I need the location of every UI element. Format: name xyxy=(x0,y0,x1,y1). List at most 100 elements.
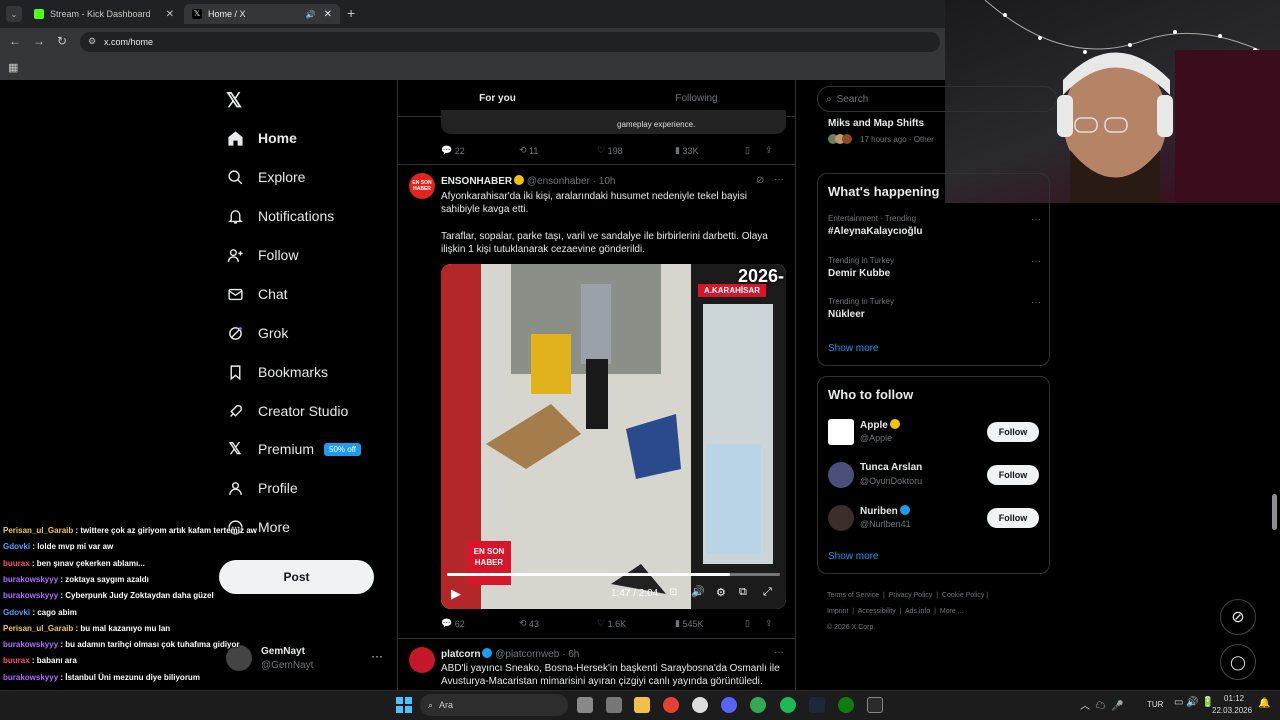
chrome-icon[interactable] xyxy=(663,697,679,713)
show-more-link[interactable]: Show more xyxy=(828,343,879,354)
previous-tweet-media[interactable]: gameplay experience. xyxy=(441,110,786,134)
footer-link[interactable]: Privacy Policy xyxy=(889,592,933,599)
chat-floating-button[interactable]: ◯ xyxy=(1220,644,1256,680)
repost-button[interactable]: ⟲ 43 xyxy=(519,618,597,629)
more-icon[interactable]: ··· xyxy=(774,647,784,658)
follow-button[interactable]: Follow xyxy=(987,422,1039,442)
show-more-link[interactable]: Show more xyxy=(828,551,879,562)
file-explorer-icon[interactable] xyxy=(606,697,622,713)
github-icon[interactable] xyxy=(692,697,708,713)
sidebar-item-premium[interactable]: 𝕏 Premium 50% off xyxy=(226,435,361,463)
more-icon[interactable]: ··· xyxy=(1031,214,1041,225)
back-icon[interactable]: ← xyxy=(9,34,21,48)
clock-time[interactable]: 01:12 xyxy=(1224,694,1244,703)
discord-icon[interactable] xyxy=(721,697,737,713)
chat-username[interactable]: burakowskyyy xyxy=(3,673,58,682)
chat-username[interactable]: Perisan_ul_Garaib xyxy=(3,624,73,633)
reload-icon[interactable]: ↻ xyxy=(57,34,67,48)
like-button[interactable]: ♡ 1.6K xyxy=(597,618,675,629)
account-switcher[interactable]: GemNayt @GemNayt ··· xyxy=(226,643,386,675)
like-button[interactable]: ♡ 198 xyxy=(597,145,675,156)
tweet-avatar[interactable]: EN SON HABER xyxy=(409,173,435,199)
pip-icon[interactable]: ⧉ xyxy=(739,586,747,599)
post-button[interactable]: Post xyxy=(219,560,374,594)
tweet-avatar[interactable] xyxy=(409,647,435,673)
address-bar[interactable]: ⚙ x.com/home xyxy=(80,32,940,52)
more-icon[interactable]: ··· xyxy=(1031,297,1041,308)
follow-suggestion[interactable]: Nuriben @Nurlben41 Follow xyxy=(828,504,1041,534)
xbox-icon[interactable] xyxy=(838,697,854,713)
tweet-author-handle[interactable]: @platcornweb xyxy=(495,649,559,660)
volume-icon[interactable]: 🔊 xyxy=(691,585,705,598)
new-tab-button[interactable]: + xyxy=(347,5,355,21)
keyboard-language[interactable]: TUR xyxy=(1147,700,1163,709)
footer-link[interactable]: Accessibility xyxy=(858,608,896,615)
task-view-icon[interactable] xyxy=(577,697,593,713)
x-logo-icon[interactable]: 𝕏 xyxy=(226,88,242,113)
page-scrollbar[interactable] xyxy=(1272,494,1277,530)
chat-username[interactable]: buurax xyxy=(3,559,30,568)
share-icon[interactable]: ⇪ xyxy=(765,145,773,156)
speaker-icon[interactable]: 🔊 xyxy=(306,10,316,19)
repost-button[interactable]: ⟲ 11 xyxy=(519,145,597,156)
share-icon[interactable]: ⇪ xyxy=(765,618,773,629)
clock-date[interactable]: 22.03.2026 xyxy=(1212,706,1252,715)
epic-games-icon[interactable] xyxy=(867,697,883,713)
chat-username[interactable]: Gdovki xyxy=(3,542,30,551)
browser-tab-kick[interactable]: Stream - Kick Dashboard ✕ xyxy=(26,4,182,24)
sidebar-item-creator-studio[interactable]: Creator Studio xyxy=(226,397,348,425)
tweet-author-name[interactable]: ENSONHABER xyxy=(441,176,512,187)
more-icon[interactable]: ··· xyxy=(1031,256,1041,267)
footer-link[interactable]: Imprint xyxy=(827,608,848,615)
grok-icon[interactable]: ⊘ xyxy=(756,175,764,186)
spotify-icon[interactable] xyxy=(780,697,796,713)
footer-link[interactable]: Ads info xyxy=(905,608,930,615)
reply-button[interactable]: 💬 22 xyxy=(441,145,519,156)
site-info-icon[interactable]: ⚙ xyxy=(88,36,96,47)
grok-floating-button[interactable]: ⊘ xyxy=(1220,599,1256,635)
tray-icons[interactable]: ︿ ☁ 🎤 xyxy=(1080,697,1124,712)
footer-link[interactable]: More ... xyxy=(940,608,964,615)
tweet-author-handle[interactable]: @ensonhaber xyxy=(527,176,590,187)
start-button[interactable] xyxy=(396,697,412,713)
sidebar-item-grok[interactable]: Grok xyxy=(226,319,288,347)
tweet-time[interactable]: 6h xyxy=(568,649,579,660)
trend-item[interactable]: Trending in Turkey Nükleer ··· xyxy=(828,297,1041,320)
sidebar-item-home[interactable]: Home xyxy=(226,124,297,152)
follow-button[interactable]: Follow xyxy=(987,465,1039,485)
sidebar-item-chat[interactable]: Chat xyxy=(226,280,288,308)
folder-icon[interactable] xyxy=(634,697,650,713)
follow-suggestion[interactable]: Tunca Arslan @OyunDoktoru Follow xyxy=(828,461,1041,491)
views-button[interactable]: ▮ 545K xyxy=(675,618,745,629)
tab-search-icon[interactable]: ⌄ xyxy=(6,6,22,22)
chat-username[interactable]: buurax xyxy=(3,656,30,665)
sidebar-item-explore[interactable]: Explore xyxy=(226,163,305,191)
chat-username[interactable]: Gdovki xyxy=(3,608,30,617)
search-input[interactable]: ⌕ Search xyxy=(817,86,1057,112)
notification-icon[interactable]: 🔔 xyxy=(1258,698,1270,709)
footer-link[interactable]: Terms of Service xyxy=(827,592,879,599)
follow-suggestion[interactable]: Apple @Apple Follow xyxy=(828,418,1041,448)
forward-icon[interactable]: → xyxy=(33,34,45,48)
bookmark-icon[interactable]: ▯ xyxy=(745,618,765,629)
sidebar-item-follow[interactable]: Follow xyxy=(226,241,298,269)
chat-username[interactable]: Perisan_ul_Garaib xyxy=(3,526,73,535)
close-icon[interactable]: ✕ xyxy=(166,9,174,20)
sidebar-item-profile[interactable]: Profile xyxy=(226,474,298,502)
video-progress-track[interactable] xyxy=(447,573,780,576)
tweet-author-name[interactable]: platcorn xyxy=(441,649,480,660)
chat-username[interactable]: burakowskyyy xyxy=(3,575,58,584)
sidebar-item-bookmarks[interactable]: Bookmarks xyxy=(226,358,328,386)
views-button[interactable]: ▮ 33K xyxy=(675,145,745,156)
play-icon[interactable]: ▶ xyxy=(451,586,461,602)
sidebar-item-notifications[interactable]: Notifications xyxy=(226,202,334,230)
tweet-video[interactable]: 2026- A.KARAHİSAR EN SON HABER ▶ 1:47 / … xyxy=(441,264,786,609)
chrome-icon[interactable] xyxy=(750,697,766,713)
close-icon[interactable]: ✕ xyxy=(324,9,332,20)
chat-username[interactable]: burakowskyyy xyxy=(3,591,58,600)
more-icon[interactable]: ··· xyxy=(774,174,784,185)
trend-item[interactable]: Trending in Turkey Demir Kubbe ··· xyxy=(828,256,1041,279)
trend-item[interactable]: Entertainment · Trending #AleynaKalaycıo… xyxy=(828,214,1041,237)
bookmark-icon[interactable]: ▯ xyxy=(745,145,765,156)
tweet-time[interactable]: 10h xyxy=(599,176,616,187)
